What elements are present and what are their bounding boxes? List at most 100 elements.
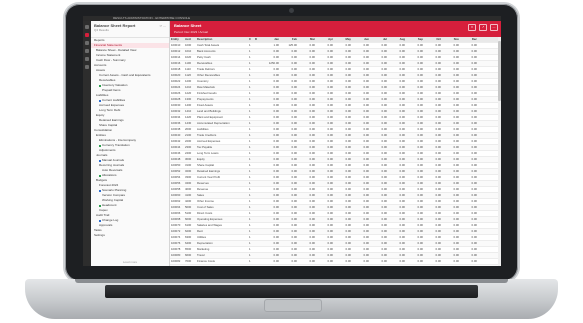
column-header[interactable]: May [334,37,352,42]
menu-icon[interactable] [85,25,89,29]
table-cell: 0.00 [399,247,405,251]
table-cell: 3100 [185,163,192,167]
table-cell: 100048 [171,157,181,161]
settings-icon[interactable] [85,65,89,69]
table-cell: 0.00 [417,175,423,179]
table-cell: 0.00 [273,121,279,125]
tree-item[interactable]: Settings [91,233,169,238]
table-cell: 0.00 [273,199,279,203]
table-cell: 0.00 [381,151,387,155]
column-header[interactable]: Entity [170,37,184,42]
table-cell: 0.00 [273,55,279,59]
table-cell: 0.00 [435,121,441,125]
export-icon[interactable]: ↗ [479,24,487,31]
table-cell: 0.00 [471,55,477,59]
table-cell: Accrued Expenses [197,139,221,143]
table-cell: 1210 [185,85,192,89]
table-cell: 0.00 [399,103,405,107]
table-cell: 0.00 [435,187,441,191]
table-cell: 0.00 [399,91,405,95]
table-cell: 1010 [185,49,192,53]
table-cell: 100074 [171,235,181,239]
table-cell: 1410 [185,109,192,113]
table-cell: 0.00 [309,109,315,113]
refresh-icon[interactable]: ⟳ [160,24,163,28]
table-row[interactable]: 1000848000Tax Expense10.000.000.000.000.… [170,265,501,266]
table-cell: 0.00 [291,73,297,77]
table-cell [254,235,262,240]
table-cell: 0.00 [417,211,423,215]
column-header[interactable]: Sep [406,37,424,42]
column-header[interactable]: Aug [388,37,406,42]
column-header[interactable]: Jun [352,37,370,42]
document-icon[interactable] [85,41,89,45]
table-cell: 0.00 [363,55,369,59]
table-cell: 0.00 [273,163,279,167]
table-cell [254,103,262,108]
table-cell: 0.00 [273,193,279,197]
table-cell: 0.00 [345,187,351,191]
table-cell: 0.00 [291,205,297,209]
table-cell: 0.00 [399,43,405,47]
table-cell: 0.00 [370,265,388,266]
load-more-link[interactable]: Load more [91,260,169,264]
table-cell: 0.00 [291,145,297,149]
table-cell: 0.00 [327,127,333,131]
table-cell: Retained Earnings [197,169,221,173]
table-cell: 7000 [185,259,192,263]
table-cell: 0.00 [453,241,459,245]
laptop-keyboard [105,285,478,298]
table-cell: 0.00 [309,253,315,257]
column-header[interactable]: Oct [424,37,442,42]
table-cell: 100070 [171,223,181,227]
table-cell: 0.00 [345,109,351,113]
table-cell: 0.00 [471,229,477,233]
table-cell: 0.00 [435,169,441,173]
filter-icon[interactable]: ▾ [468,24,476,31]
table-cell: 0.00 [417,181,423,185]
home-icon[interactable] [85,33,89,37]
table-cell: 0.00 [381,163,387,167]
column-header[interactable]: Apr [316,37,334,42]
item-status-icon [99,189,101,192]
table-cell: 0.00 [363,217,369,221]
chart-icon[interactable] [85,49,89,53]
table-cell: 0.00 [280,265,298,266]
table-cell: 0.00 [363,49,369,53]
table-cell: 0.00 [309,49,315,53]
column-header[interactable]: Dec [460,37,478,42]
table-cell: 0.00 [399,193,405,197]
table-cell: 100040 [171,133,181,137]
column-header[interactable]: Nov [442,37,460,42]
table-cell: 0.00 [363,121,369,125]
table-cell: 0.00 [291,199,297,203]
table-cell: Accumulated Depreciation [197,121,230,125]
table-cell: 0.00 [273,205,279,209]
table-cell: 0.00 [471,115,477,119]
table-cell: 0.00 [327,175,333,179]
column-header[interactable]: Jan [262,37,280,42]
table-cell: 0.00 [453,247,459,251]
table-cell: 0.00 [435,139,441,143]
scrollbar-thumb[interactable] [498,41,501,101]
table-cell: 0.00 [417,61,423,65]
table-cell: 0.00 [327,79,333,83]
column-header[interactable]: Feb [280,37,298,42]
folder-icon[interactable] [85,57,89,61]
table-cell: 0.00 [399,163,405,167]
table-cell: 0.00 [273,109,279,113]
table-cell: 0.00 [363,253,369,257]
more-icon[interactable]: ⋯ [163,24,166,28]
column-header[interactable]: D [254,37,262,42]
grid-scrollbar[interactable] [498,37,501,266]
table-cell: 0.00 [345,169,351,173]
column-header[interactable]: Acct [184,37,196,42]
table-cell: 0.00 [435,163,441,167]
table-cell: 0.00 [363,259,369,263]
more-icon[interactable]: ⋯ [490,24,498,31]
table-cell: 0.00 [399,211,405,215]
column-header[interactable]: Jul [370,37,388,42]
column-header[interactable]: Description [196,37,248,42]
table-cell: 0.00 [417,193,423,197]
column-header[interactable]: Mar [298,37,316,42]
